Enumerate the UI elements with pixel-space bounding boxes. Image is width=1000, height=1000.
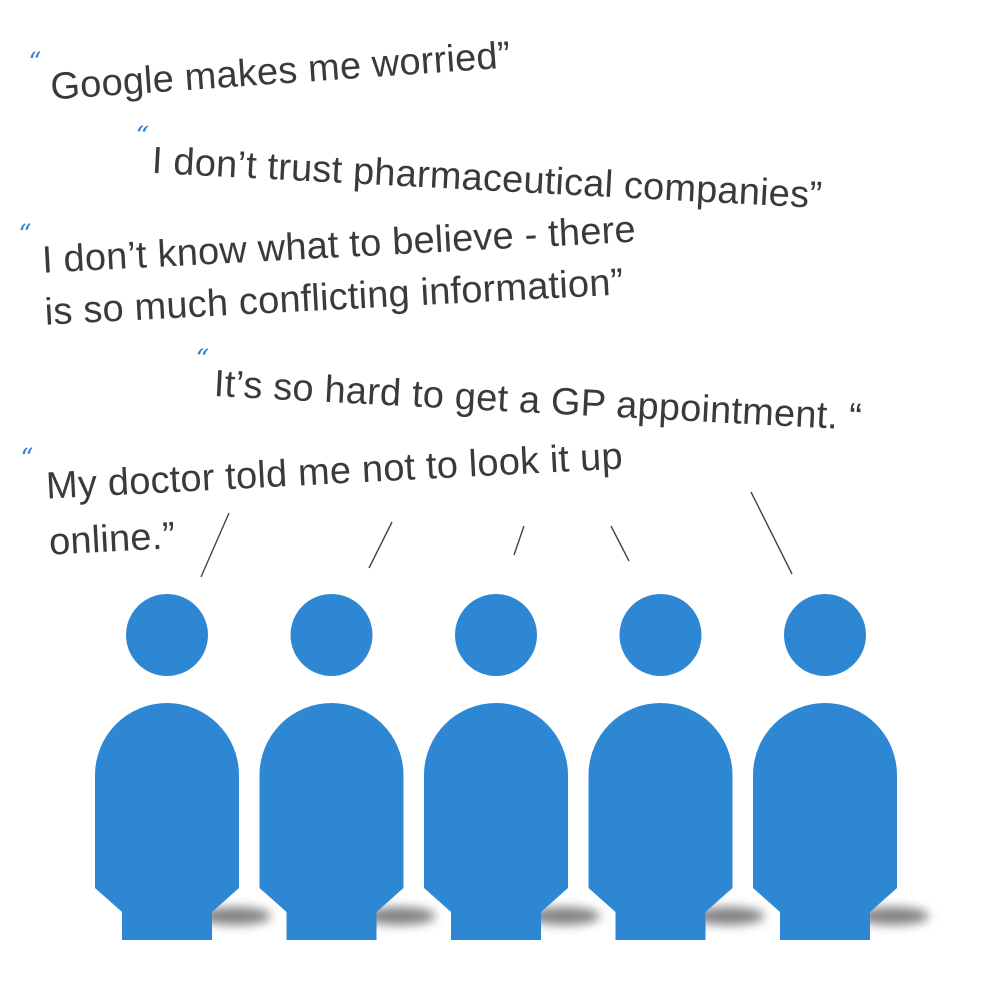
person-icon — [753, 594, 929, 940]
person-figure — [424, 594, 568, 940]
illustration-canvas: “ Google makes me worried” “ I don’t tru… — [0, 0, 1000, 1000]
person-icon — [424, 594, 600, 940]
pointer-line — [513, 525, 525, 556]
people-row — [95, 594, 929, 940]
person-icon — [588, 594, 765, 940]
pointer-line — [610, 525, 630, 562]
pointer-line — [368, 521, 393, 569]
person-figure — [95, 594, 239, 940]
person-figure — [588, 594, 733, 940]
pointer-line — [750, 491, 793, 575]
speech-pointer-lines — [200, 491, 793, 578]
people-group — [95, 491, 929, 940]
pointer-line — [200, 512, 230, 578]
person-figure — [259, 594, 404, 940]
person-figure — [753, 594, 897, 940]
person-icon — [95, 594, 271, 940]
person-icon — [259, 594, 436, 940]
